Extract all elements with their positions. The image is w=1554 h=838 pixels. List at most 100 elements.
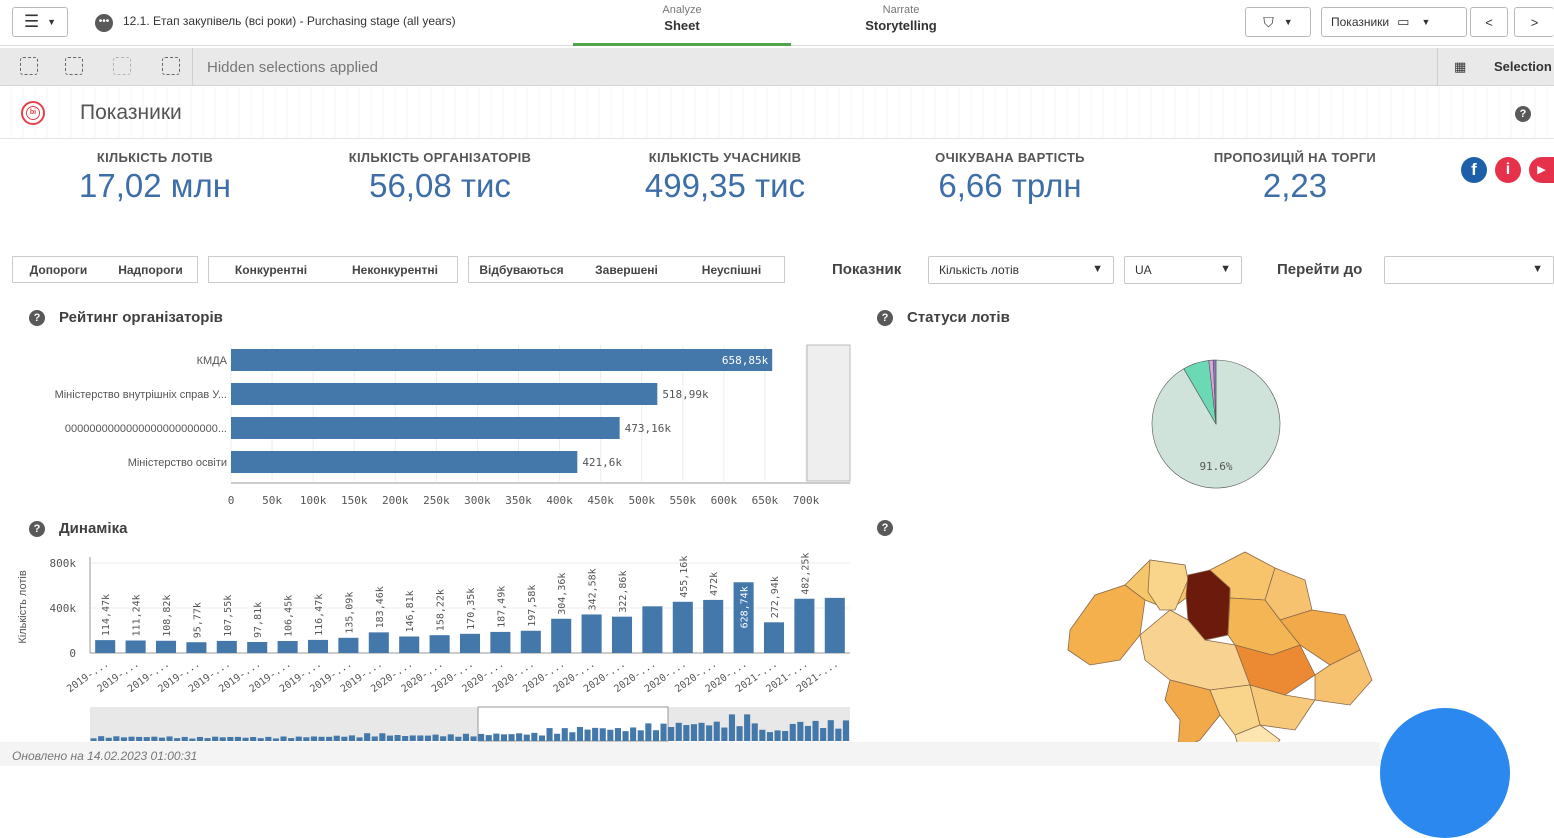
youtube-icon[interactable]: ▶ xyxy=(1529,157,1554,183)
data-label: 628,74k xyxy=(740,586,751,628)
navigator-bar xyxy=(668,727,675,741)
chevron-down-icon: ▼ xyxy=(1421,17,1431,27)
more-options-icon[interactable]: ••• xyxy=(95,14,113,32)
global-menu-button[interactable]: ☰ ▼ xyxy=(12,7,68,37)
tab-narrate-storytelling[interactable]: Narrate Storytelling xyxy=(792,0,1010,46)
data-label: 95,77k xyxy=(192,602,203,638)
data-label: 108,82k xyxy=(162,595,173,637)
goto-dropdown[interactable]: ▼ xyxy=(1384,256,1554,284)
navigator-bar xyxy=(820,728,827,741)
bar xyxy=(642,606,663,653)
bi-logo-icon: bi xyxy=(21,101,45,125)
x-tick-label: 350k xyxy=(505,494,532,505)
tab-analyze-sheet[interactable]: Analyze Sheet xyxy=(573,0,791,46)
pie-data-label: 91.6% xyxy=(1199,460,1232,473)
help-icon[interactable]: ? xyxy=(29,520,45,537)
kpi-label: ПРОПОЗИЦІЙ НА ТОРГИ xyxy=(1213,150,1377,165)
x-tick-label: 500k xyxy=(628,494,655,505)
kpi-organizers: КІЛЬКІСТЬ ОРГАНІЗАТОРІВ 56,08 тис xyxy=(320,150,560,205)
data-label: 342,58k xyxy=(588,568,599,610)
selections-grid-icon[interactable]: ▦ xyxy=(1454,59,1466,75)
navigator-bar xyxy=(348,735,355,741)
page-title: Показники xyxy=(80,101,182,124)
help-icon[interactable]: ? xyxy=(29,309,45,326)
sheet-selector-label: Показники xyxy=(1331,15,1390,29)
navigator-bar xyxy=(295,736,302,741)
navigator-bar xyxy=(120,737,127,741)
category-label: КМДА xyxy=(197,355,228,367)
navigator-bar xyxy=(158,737,165,741)
filter-unsuccessful[interactable]: Неуспішні xyxy=(679,256,785,283)
y-tick-label: 0 xyxy=(69,647,76,660)
bookmark-button[interactable]: ⛉ ▼ xyxy=(1245,7,1311,37)
navigator-bar xyxy=(386,735,393,741)
x-tick-label: 450k xyxy=(587,494,614,505)
filter-above-threshold[interactable]: Надпороги xyxy=(104,256,198,283)
bar xyxy=(794,598,815,653)
filter-non-competitive[interactable]: Неконкурентні xyxy=(333,256,458,283)
navigator-bar xyxy=(409,735,416,741)
chat-bubble-button[interactable] xyxy=(1380,708,1510,838)
navigator-bar xyxy=(394,735,401,741)
data-label: 472k xyxy=(709,572,720,596)
navigator-bar xyxy=(212,736,219,741)
navigator-bar xyxy=(166,736,173,741)
bar xyxy=(231,349,773,371)
data-label: 658,85k xyxy=(722,354,769,367)
kpi-value: 56,08 тис xyxy=(369,167,511,204)
selections-tool-button[interactable]: Selection xyxy=(1494,59,1552,74)
bar xyxy=(231,451,578,473)
navigator-bar xyxy=(227,736,234,741)
caret-down-icon: ▼ xyxy=(1092,263,1103,275)
navigator-bar xyxy=(303,737,310,741)
clear-selections-icon[interactable] xyxy=(162,57,180,75)
bar xyxy=(338,637,359,653)
info-icon[interactable]: i xyxy=(1495,157,1521,183)
bar xyxy=(581,614,602,653)
filter-completed[interactable]: Завершені xyxy=(574,256,680,283)
bar xyxy=(490,631,511,653)
help-icon[interactable]: ? xyxy=(1515,106,1531,122)
next-sheet-button[interactable]: > xyxy=(1514,7,1554,37)
x-tick-label: 50k xyxy=(262,494,282,505)
region-dropdown[interactable]: UA ▼ xyxy=(1124,256,1242,284)
navigator-bar xyxy=(538,735,545,741)
navigator-bar xyxy=(797,721,804,741)
help-icon[interactable]: ? xyxy=(877,309,893,326)
navigator-bar xyxy=(630,727,637,741)
filter-competitive[interactable]: Конкурентні xyxy=(208,256,334,283)
navigator-bar xyxy=(143,737,150,741)
previous-sheet-button[interactable]: < xyxy=(1470,7,1508,37)
sheet-selector[interactable]: Показники ▭ ▼ xyxy=(1321,7,1467,37)
navigator-bar xyxy=(500,734,507,741)
navigator-bar xyxy=(204,738,211,741)
bar xyxy=(551,618,572,653)
dynamics-title-text: Динаміка xyxy=(59,520,128,537)
navigator-bar xyxy=(151,736,158,741)
ukraine-map[interactable] xyxy=(1050,540,1380,760)
data-label: 170,35k xyxy=(466,588,477,630)
x-tick-label: 700k xyxy=(793,494,820,505)
navigator-bar xyxy=(128,736,135,741)
smart-search-icon[interactable] xyxy=(20,57,38,75)
navigator-bar xyxy=(614,728,621,741)
filter-below-threshold[interactable]: Допороги xyxy=(12,256,105,283)
data-label: 116,47k xyxy=(314,594,325,636)
map-region-west xyxy=(1067,584,1146,666)
navigator-bar xyxy=(508,734,515,741)
x-tick-label: 150k xyxy=(341,494,368,505)
step-back-icon[interactable] xyxy=(65,57,83,75)
data-label: 97,81k xyxy=(253,602,264,638)
measure-dropdown-value: Кількість лотів xyxy=(939,263,1019,277)
facebook-icon[interactable]: f xyxy=(1461,157,1487,183)
bookmark-icon: ⛉ xyxy=(1263,13,1274,30)
filter-ongoing[interactable]: Відбуваються xyxy=(468,256,575,283)
step-forward-icon[interactable] xyxy=(113,57,131,75)
help-icon[interactable]: ? xyxy=(877,520,893,536)
data-label: 473,16k xyxy=(625,422,672,435)
measure-dropdown[interactable]: Кількість лотів ▼ xyxy=(928,256,1114,284)
navigator-bar xyxy=(599,728,606,741)
bar xyxy=(703,599,724,653)
data-label: 114,47k xyxy=(101,594,112,636)
caret-down-icon: ▼ xyxy=(1220,263,1231,275)
